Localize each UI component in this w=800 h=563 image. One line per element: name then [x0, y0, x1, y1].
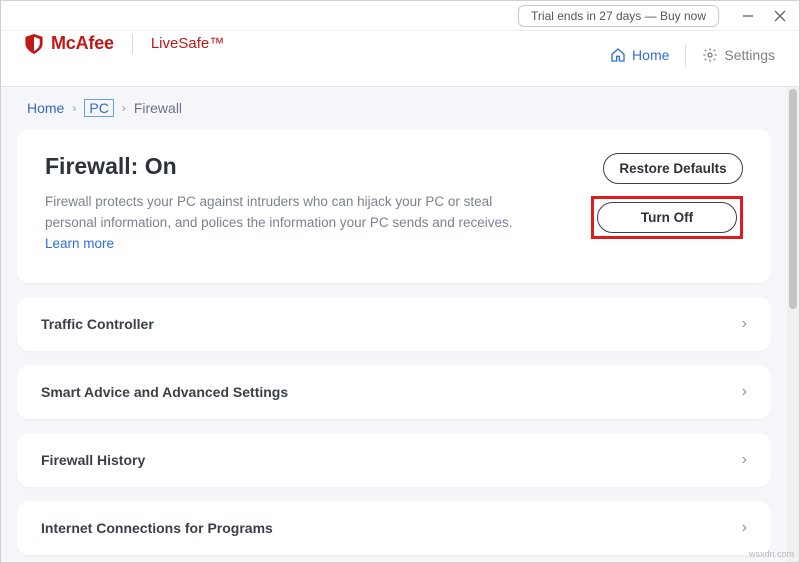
close-button[interactable]	[765, 3, 795, 29]
top-nav: Home Settings	[610, 43, 775, 67]
brand-name: McAfee	[51, 33, 114, 54]
breadcrumb-home[interactable]: Home	[27, 100, 64, 116]
home-icon	[610, 47, 626, 63]
chevron-right-icon: ›	[742, 315, 747, 333]
nav-settings-label: Settings	[724, 47, 775, 63]
firewall-status-card: Firewall: On Firewall protects your PC a…	[17, 129, 771, 283]
chevron-right-icon: ›	[742, 519, 747, 537]
chevron-right-icon: ›	[72, 101, 76, 115]
row-internet-connections[interactable]: Internet Connections for Programs ›	[17, 501, 771, 555]
nav-settings[interactable]: Settings	[702, 47, 775, 63]
firewall-desc-text: Firewall protects your PC against intrud…	[45, 194, 513, 230]
close-icon	[774, 10, 786, 22]
minimize-button[interactable]	[733, 3, 763, 29]
row-label: Internet Connections for Programs	[41, 520, 273, 536]
row-traffic-controller[interactable]: Traffic Controller ›	[17, 297, 771, 351]
nav-home[interactable]: Home	[610, 47, 669, 63]
nav-home-label: Home	[632, 47, 669, 63]
product-name: LiveSafe™	[151, 35, 224, 52]
chevron-right-icon: ›	[742, 383, 747, 401]
breadcrumb: Home › PC › Firewall	[17, 87, 771, 129]
scrollbar-thumb[interactable]	[789, 89, 797, 309]
row-firewall-history[interactable]: Firewall History ›	[17, 433, 771, 487]
firewall-description: Firewall protects your PC against intrud…	[45, 192, 515, 255]
chevron-right-icon: ›	[122, 101, 126, 115]
brand-row: McAfee LiveSafe™ Home Settings	[1, 31, 799, 87]
chevron-right-icon: ›	[742, 451, 747, 469]
firewall-info: Firewall: On Firewall protects your PC a…	[45, 153, 567, 255]
learn-more-link[interactable]: Learn more	[45, 236, 114, 251]
watermark: wsxdn.com	[749, 549, 794, 559]
brand-divider	[132, 34, 133, 54]
restore-defaults-button[interactable]: Restore Defaults	[603, 153, 743, 184]
breadcrumb-pc[interactable]: PC	[84, 99, 113, 117]
scrollbar[interactable]	[787, 87, 799, 562]
gear-icon	[702, 47, 718, 63]
row-label: Smart Advice and Advanced Settings	[41, 384, 288, 400]
content-scroll[interactable]: Home › PC › Firewall Firewall: On Firewa…	[1, 87, 787, 562]
turn-off-button[interactable]: Turn Off	[597, 202, 737, 233]
titlebar: Trial ends in 27 days — Buy now	[1, 1, 799, 31]
row-label: Traffic Controller	[41, 316, 154, 332]
firewall-title: Firewall: On	[45, 153, 567, 180]
firewall-actions: Restore Defaults Turn Off	[591, 153, 743, 255]
app-window: Trial ends in 27 days — Buy now McAfee L…	[0, 0, 800, 563]
row-label: Firewall History	[41, 452, 145, 468]
trial-buy-now-button[interactable]: Trial ends in 27 days — Buy now	[518, 5, 719, 27]
content-wrap: Home › PC › Firewall Firewall: On Firewa…	[1, 87, 799, 562]
brand-logo: McAfee LiveSafe™	[25, 33, 224, 54]
nav-separator	[685, 43, 686, 67]
mcafee-shield-icon	[25, 34, 43, 54]
breadcrumb-current: Firewall	[134, 100, 182, 116]
row-smart-advice[interactable]: Smart Advice and Advanced Settings ›	[17, 365, 771, 419]
minimize-icon	[742, 10, 754, 22]
turn-off-highlight: Turn Off	[591, 196, 743, 239]
